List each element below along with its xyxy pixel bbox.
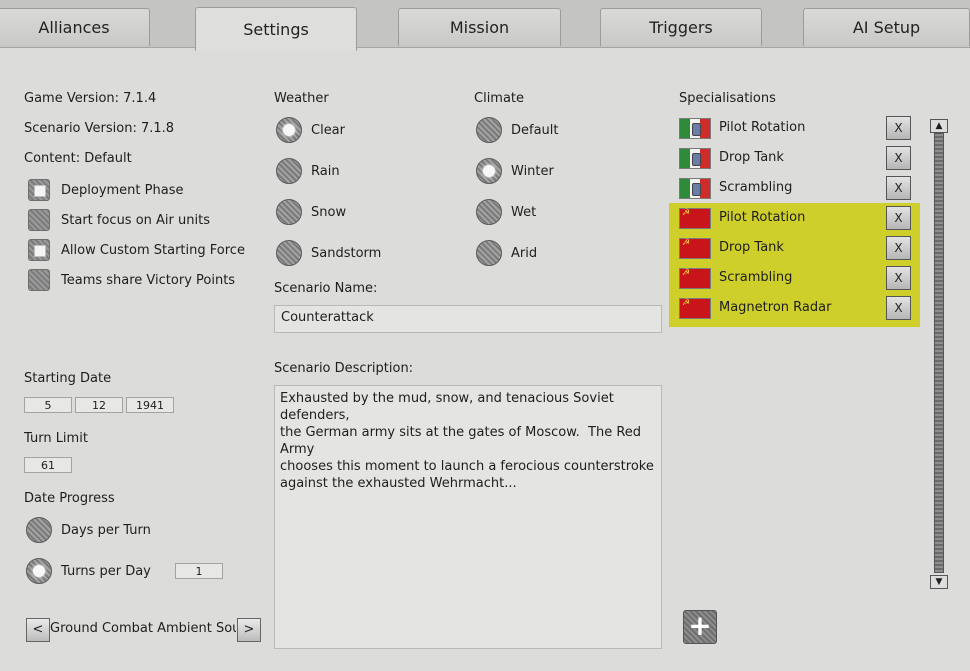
deployment-phase-label: Deployment Phase (61, 183, 184, 198)
weather-clear-radio[interactable] (276, 117, 302, 143)
italy-flag-icon (679, 148, 711, 169)
air-focus-checkbox[interactable] (28, 209, 50, 231)
tab-ai-setup[interactable]: AI Setup (803, 8, 970, 46)
weather-clear-label: Clear (311, 123, 345, 138)
tab-mission[interactable]: Mission (398, 8, 561, 46)
turns-per-day-label: Turns per Day (61, 564, 151, 579)
scenario-name-input[interactable]: Counterattack (274, 305, 662, 333)
tab-label: Triggers (649, 18, 713, 37)
content-info: Content: Default (24, 151, 132, 166)
tab-label: Mission (449, 18, 510, 37)
spec-label: Drop Tank (719, 240, 784, 255)
spec-row: Pilot Rotation X (679, 115, 914, 143)
climate-winter-radio[interactable] (476, 158, 502, 184)
scroll-down-arrow-icon[interactable]: ▼ (930, 575, 948, 589)
share-vp-label: Teams share Victory Points (61, 273, 236, 288)
scenario-version: Scenario Version: 7.1.8 (24, 121, 175, 136)
custom-force-label: Allow Custom Starting Force (61, 243, 245, 258)
ambient-next-button[interactable]: > (237, 618, 261, 642)
climate-default-radio[interactable] (476, 117, 502, 143)
days-per-turn-radio[interactable] (26, 517, 52, 543)
tab-label: AI Setup (852, 18, 921, 37)
tab-settings[interactable]: Settings (195, 7, 357, 51)
date-progress-label: Date Progress (24, 491, 115, 506)
start-month-field[interactable]: 12 (75, 397, 123, 413)
climate-winter-label: Winter (511, 164, 554, 179)
tab-label: Alliances (38, 18, 110, 37)
turn-limit-label: Turn Limit (24, 431, 88, 446)
weather-sandstorm-radio[interactable] (276, 240, 302, 266)
spec-label: Magnetron Radar (719, 300, 832, 315)
days-per-turn-label: Days per Turn (61, 523, 151, 538)
scenario-description-textarea[interactable]: Exhausted by the mud, snow, and tenaciou… (274, 385, 662, 649)
weather-snow-radio[interactable] (276, 199, 302, 225)
turns-per-day-field[interactable]: 1 (175, 563, 223, 579)
spec-label: Pilot Rotation (719, 210, 806, 225)
ussr-flag-icon (679, 268, 711, 289)
tab-triggers[interactable]: Triggers (600, 8, 762, 46)
start-day-field[interactable]: 5 (24, 397, 72, 413)
remove-spec-button[interactable]: X (886, 206, 911, 230)
climate-wet-radio[interactable] (476, 199, 502, 225)
ambient-sound-label: Ground Combat Ambient Sound (50, 621, 236, 636)
spec-label: Scrambling (719, 270, 793, 285)
spec-row: Scrambling X (679, 265, 914, 293)
air-focus-label: Start focus on Air units (61, 213, 210, 228)
add-specialisation-button[interactable]: + (683, 610, 717, 644)
climate-heading: Climate (474, 91, 525, 106)
starting-date-label: Starting Date (24, 371, 112, 386)
turn-limit-field[interactable]: 61 (24, 457, 72, 473)
tab-alliances[interactable]: Alliances (0, 8, 150, 46)
game-version: Game Version: 7.1.4 (24, 91, 157, 106)
climate-default-label: Default (511, 123, 559, 138)
spec-label: Scrambling (719, 180, 793, 195)
scenario-name-label: Scenario Name: (274, 281, 378, 296)
italy-flag-icon (679, 178, 711, 199)
specialisations-scrollbar[interactable]: ▲ ▼ (930, 117, 948, 589)
deployment-phase-checkbox[interactable] (28, 179, 50, 201)
start-year-field[interactable]: 1941 (126, 397, 174, 413)
remove-spec-button[interactable]: X (886, 116, 911, 140)
spec-label: Pilot Rotation (719, 120, 806, 135)
weather-rain-radio[interactable] (276, 158, 302, 184)
spec-row: Drop Tank X (679, 145, 914, 173)
remove-spec-button[interactable]: X (886, 146, 911, 170)
editor-window: Alliances Settings Mission Triggers AI S… (0, 0, 970, 671)
climate-arid-label: Arid (511, 246, 538, 261)
remove-spec-button[interactable]: X (886, 236, 911, 260)
tab-label: Settings (243, 20, 309, 39)
turns-per-day-radio[interactable] (26, 558, 52, 584)
share-vp-checkbox[interactable] (28, 269, 50, 291)
ambient-prev-button[interactable]: < (26, 618, 50, 642)
weather-sandstorm-label: Sandstorm (311, 246, 382, 261)
scroll-up-arrow-icon[interactable]: ▲ (930, 119, 948, 133)
spec-row: Drop Tank X (679, 235, 914, 263)
weather-rain-label: Rain (311, 164, 340, 179)
remove-spec-button[interactable]: X (886, 266, 911, 290)
ussr-flag-icon (679, 238, 711, 259)
scrollbar-track[interactable] (934, 133, 944, 573)
custom-force-checkbox[interactable] (28, 239, 50, 261)
weather-heading: Weather (274, 91, 329, 106)
remove-spec-button[interactable]: X (886, 296, 911, 320)
italy-flag-icon (679, 118, 711, 139)
spec-row: Magnetron Radar X (679, 295, 914, 323)
spec-row: Pilot Rotation X (679, 205, 914, 233)
climate-arid-radio[interactable] (476, 240, 502, 266)
scenario-description-label: Scenario Description: (274, 361, 414, 376)
spec-label: Drop Tank (719, 150, 784, 165)
specialisations-heading: Specialisations (679, 91, 776, 106)
ussr-flag-icon (679, 298, 711, 319)
remove-spec-button[interactable]: X (886, 176, 911, 200)
ussr-flag-icon (679, 208, 711, 229)
spec-row: Scrambling X (679, 175, 914, 203)
weather-snow-label: Snow (311, 205, 347, 220)
climate-wet-label: Wet (511, 205, 537, 220)
